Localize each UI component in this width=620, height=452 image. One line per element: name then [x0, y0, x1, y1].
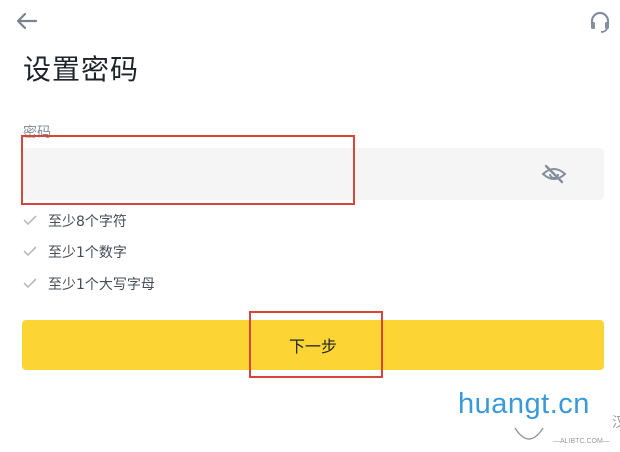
requirement-text: 至少1个大写字母	[48, 277, 155, 293]
watermark-subtext: —ALIBTC.COM—	[553, 438, 610, 445]
requirement-text: 至少1个数字	[48, 245, 127, 261]
check-icon	[23, 277, 37, 289]
button-highlight-box	[249, 311, 383, 378]
watermark-logo	[512, 424, 546, 448]
watermark-mark: 汉	[612, 415, 620, 431]
input-highlight-box	[21, 135, 355, 205]
back-arrow-icon[interactable]	[14, 10, 40, 32]
requirement-item: 至少1个大写字母	[23, 273, 223, 293]
headset-icon[interactable]	[588, 10, 612, 34]
watermark-brand: huangt.cn	[458, 388, 590, 420]
requirement-item: 至少8个字符	[23, 210, 223, 230]
requirement-text: 至少8个字符	[48, 214, 127, 230]
eye-off-icon[interactable]	[541, 162, 567, 186]
check-icon	[23, 245, 37, 257]
requirement-item: 至少1个数字	[23, 241, 223, 261]
page-title: 设置密码	[23, 53, 140, 86]
check-icon	[23, 214, 37, 226]
